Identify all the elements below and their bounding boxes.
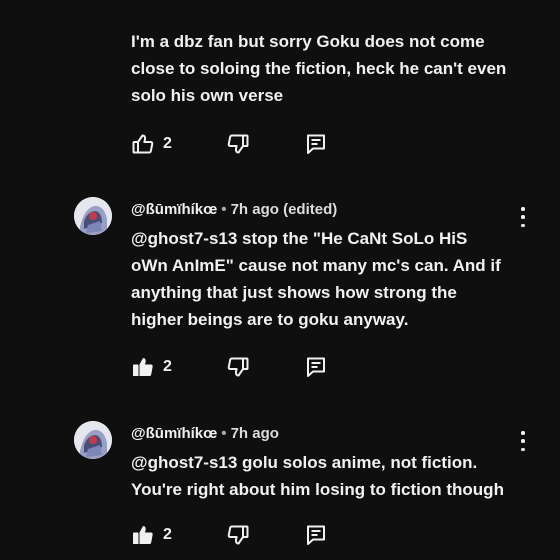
comment-text-line: I'm a dbz fan but sorry Goku does not co… — [131, 32, 485, 51]
comment-actions: 2 — [131, 522, 328, 548]
reply-icon — [306, 357, 325, 377]
reply-icon — [306, 134, 325, 154]
comment-text-line: solo his own verse — [131, 86, 284, 105]
timestamp: 7h ago — [230, 425, 279, 442]
timestamp: 7h ago (edited) — [230, 201, 338, 218]
reply-button[interactable] — [304, 355, 328, 379]
reply-button[interactable] — [304, 523, 328, 547]
like-count: 2 — [163, 358, 172, 375]
avatar-image — [74, 421, 112, 459]
comment-text: @ghost7-s13 stop the "He CaNt SoLo HiS o… — [131, 225, 501, 333]
thumbs-up-icon — [132, 134, 154, 154]
comment-text-line: @ghost7-s13 golu solos anime, not fictio… — [131, 453, 478, 472]
comment-text: I'm a dbz fan but sorry Goku does not co… — [131, 28, 506, 109]
comment-text-line: close to soloing the fiction, heck he ca… — [131, 59, 507, 78]
comment-text-line: oWn AnImE" cause not many mc's can. And … — [131, 256, 501, 275]
more-options-button[interactable] — [519, 207, 527, 227]
comment-meta: @ßūmïhíkœ • 7h ago (edited) — [131, 201, 337, 218]
more-vert-icon — [521, 431, 525, 435]
meta-separator: • — [221, 425, 227, 442]
like-count: 2 — [163, 135, 172, 152]
dislike-button[interactable] — [226, 523, 250, 547]
like-button[interactable]: 2 — [131, 132, 172, 156]
comment-text-line: You're right about him losing to fiction… — [131, 480, 504, 499]
avatar[interactable] — [74, 197, 112, 235]
thumbs-up-icon — [133, 358, 153, 376]
like-button[interactable]: 2 — [131, 355, 172, 379]
comment-text-line: anything that just shows how strong the — [131, 283, 457, 302]
comment-text-line: @ghost7-s13 stop the "He CaNt SoLo HiS — [131, 229, 468, 248]
dislike-button[interactable] — [226, 132, 250, 156]
author-name[interactable]: @ßūmïhíkœ — [131, 201, 217, 218]
author-name[interactable]: @ßūmïhíkœ — [131, 425, 217, 442]
comment-text-line: higher beings are to goku anyway. — [131, 310, 409, 329]
comment-meta: @ßūmïhíkœ • 7h ago — [131, 425, 279, 442]
thumbs-down-icon — [227, 525, 249, 545]
more-vert-icon — [521, 207, 525, 211]
like-count: 2 — [163, 526, 172, 543]
thumbs-down-icon — [227, 134, 249, 154]
thumbs-up-icon — [133, 526, 153, 544]
comment-text: @ghost7-s13 golu solos anime, not fictio… — [131, 449, 504, 503]
thumbs-down-icon — [227, 357, 249, 377]
comment-actions: 2 — [131, 131, 328, 157]
dislike-button[interactable] — [226, 355, 250, 379]
avatar-image — [74, 197, 112, 235]
like-button[interactable]: 2 — [131, 523, 172, 547]
comment-actions: 2 — [131, 354, 328, 380]
avatar[interactable] — [74, 421, 112, 459]
meta-separator: • — [221, 201, 227, 218]
more-options-button[interactable] — [519, 431, 527, 451]
reply-icon — [306, 525, 325, 545]
reply-button[interactable] — [304, 132, 328, 156]
